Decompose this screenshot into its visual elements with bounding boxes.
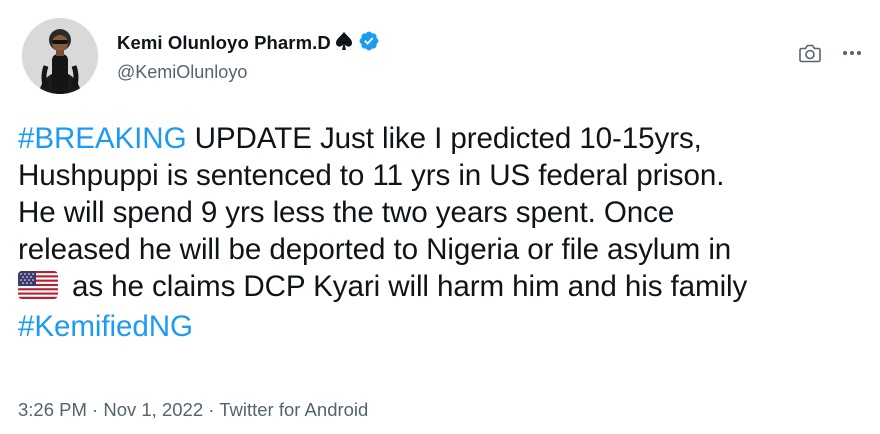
more-icon[interactable] xyxy=(840,42,864,64)
avatar[interactable] xyxy=(22,18,98,94)
meta-separator: · xyxy=(86,399,104,420)
tweet-line-1: #BREAKING UPDATE Just like I predicted 1… xyxy=(18,120,868,157)
tweet-line-5-text: as he claims DCP Kyari will harm him and… xyxy=(72,270,748,303)
us-flag-emoji xyxy=(18,271,58,308)
tweet-actions xyxy=(798,42,864,64)
spade-icon xyxy=(333,30,355,57)
name-row: Kemi Olunloyo Pharm.D xyxy=(117,31,380,55)
tweet-line-1-text: UPDATE Just like I predicted 10-15yrs, xyxy=(186,122,702,155)
tweet-line-2: Hushpuppi is sentenced to 11 yrs in US f… xyxy=(18,159,725,192)
author-display-name[interactable]: Kemi Olunloyo Pharm.D xyxy=(117,32,331,54)
tweet-text: #BREAKING UPDATE Just like I predicted 1… xyxy=(18,120,868,345)
camera-icon[interactable] xyxy=(798,42,822,64)
hashtag-kemifiedng[interactable]: #KemifiedNG xyxy=(18,310,193,343)
author-handle[interactable]: @KemiOlunloyo xyxy=(117,62,380,83)
tweet-source: Twitter for Android xyxy=(219,399,369,420)
avatar-image xyxy=(22,18,98,94)
tweet-date[interactable]: Nov 1, 2022 xyxy=(103,399,203,420)
tweet-time[interactable]: 3:26 PM xyxy=(18,399,87,420)
tweet-line-6: #KemifiedNG xyxy=(18,308,868,345)
verified-badge-icon xyxy=(358,30,380,57)
hashtag-breaking[interactable]: #BREAKING xyxy=(18,122,187,155)
tweet-line-3: He will spend 9 yrs less the two years s… xyxy=(18,196,675,229)
tweet-line-5: as he claims DCP Kyari will harm him and… xyxy=(18,268,868,308)
tweet-card: Kemi Olunloyo Pharm.D @KemiOlunloyo #BRE… xyxy=(0,0,880,434)
tweet-meta: 3:26 PM · Nov 1, 2022 · Twitter for Andr… xyxy=(18,399,368,421)
author-block: Kemi Olunloyo Pharm.D @KemiOlunloyo xyxy=(117,31,380,83)
meta-separator: · xyxy=(203,399,220,420)
tweet-line-4: released he will be deported to Nigeria … xyxy=(18,233,732,266)
